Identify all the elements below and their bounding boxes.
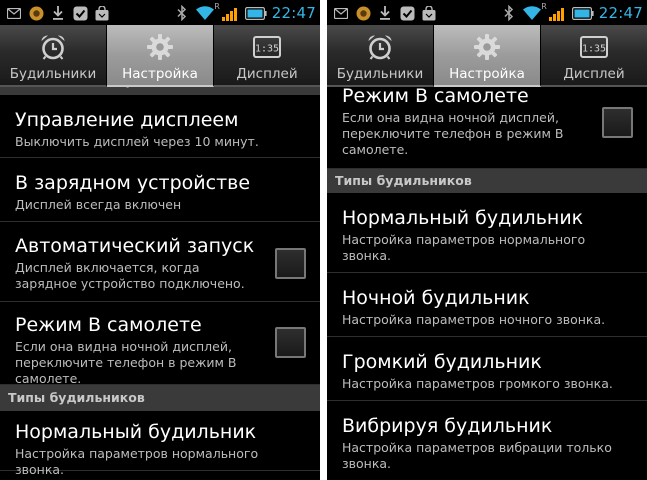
item-subtitle: Дисплей всегда включен xyxy=(15,197,182,212)
digital-clock-icon-text: 1:35 xyxy=(582,44,606,55)
battery-icon xyxy=(244,5,267,21)
tab-display[interactable]: 1:35 Дисплей xyxy=(214,25,320,87)
list-item[interactable]: Ночной будильник Настройка параметров но… xyxy=(327,273,647,337)
tab-label: Будильники xyxy=(9,66,97,82)
status-clock: 22:47 xyxy=(598,4,643,22)
item-subtitle: Если она видна ночной дисплей, переключи… xyxy=(342,110,564,157)
item-subtitle: Если она видна ночной дисплей, переключи… xyxy=(15,339,237,386)
download-icon xyxy=(377,5,393,21)
tab-label: Дисплей xyxy=(236,66,298,82)
airplane-mode-checkbox[interactable] xyxy=(602,107,633,138)
digital-clock-icon: 1:35 xyxy=(579,32,609,62)
alarm-clock-icon xyxy=(365,32,395,62)
auto-start-checkbox[interactable] xyxy=(275,248,306,279)
alarm-clock-icon xyxy=(38,32,68,62)
item-title: Режим В самолете xyxy=(15,314,202,336)
roaming-indicator: R xyxy=(541,2,547,11)
bluetooth-icon xyxy=(501,5,517,21)
tab-alarms[interactable]: Будильники xyxy=(0,25,107,87)
item-title: Режим В самолете xyxy=(342,87,529,107)
item-title: Автоматический запуск xyxy=(15,235,255,257)
tab-bar: Будильники Настройка 1:35 Дисплей xyxy=(0,25,320,87)
list-item[interactable]: Громкий будильник Настройка параметров г… xyxy=(327,337,647,401)
check-icon xyxy=(399,5,415,21)
tab-label: Будильники xyxy=(336,66,424,82)
list-item[interactable]: Режим В самолете Если она видна ночной д… xyxy=(0,302,320,386)
category-header: Типы будильников xyxy=(0,385,320,411)
tab-label: Дисплей xyxy=(563,66,625,82)
tab-display[interactable]: 1:35 Дисплей xyxy=(541,25,647,87)
item-subtitle: Выключить дисплей через 10 минут. xyxy=(15,134,259,149)
sms-icon xyxy=(333,5,349,21)
wifi-icon xyxy=(195,5,215,21)
tab-alarms[interactable]: Будильники xyxy=(327,25,434,87)
bluetooth-icon xyxy=(174,5,190,21)
list-item[interactable]: В зарядном устройстве Дисплей всегда вкл… xyxy=(0,158,320,222)
status-bar: R 22:47 xyxy=(0,0,320,25)
list-item[interactable]: Нормальный будильник Настройка параметро… xyxy=(0,411,320,477)
gear-icon xyxy=(472,32,502,62)
category-header: Поведение отображения. xyxy=(0,87,320,95)
item-subtitle: Настройка параметров нормального звонка. xyxy=(15,446,259,477)
item-title: Громкий будильник xyxy=(342,351,542,373)
item-subtitle: Настройка параметров нормального звонка. xyxy=(342,232,586,263)
list-item[interactable]: Вибрируя будильник Настройка параметров … xyxy=(327,401,647,480)
app-notification-icon xyxy=(355,5,371,21)
airplane-mode-checkbox[interactable] xyxy=(275,327,306,358)
tab-settings[interactable]: Настройка xyxy=(107,25,214,87)
item-title: Вибрируя будильник xyxy=(342,415,553,437)
battery-icon xyxy=(571,5,594,21)
roaming-indicator: R xyxy=(214,2,220,11)
wifi-icon xyxy=(522,5,542,21)
status-clock: 22:47 xyxy=(271,4,316,22)
item-title: Нормальный будильник xyxy=(15,421,257,443)
signal-icon xyxy=(221,5,240,21)
shopping-bag-icon xyxy=(94,5,110,21)
gear-icon xyxy=(145,32,175,62)
tab-settings[interactable]: Настройка xyxy=(434,25,541,87)
download-icon xyxy=(50,5,66,21)
item-subtitle: Настройка параметров ночного звонка. xyxy=(342,312,606,327)
tab-bar: Будильники Настройка 1:35 Дисплей xyxy=(327,25,647,87)
item-title: Нормальный будильник xyxy=(342,207,584,229)
phone-screen-left: R 22:47 Будильники Настройка 1:35 Диспле… xyxy=(0,0,320,480)
tab-label: Настройка xyxy=(449,66,525,82)
item-subtitle: Настройка параметров громкого звонка. xyxy=(342,376,613,391)
item-title: Ночной будильник xyxy=(342,287,530,309)
status-bar: R 22:47 xyxy=(327,0,647,25)
tab-label: Настройка xyxy=(122,66,198,82)
item-subtitle: Дисплей включается, когда зарядное устро… xyxy=(15,260,245,291)
digital-clock-icon: 1:35 xyxy=(252,32,282,62)
digital-clock-icon-text: 1:35 xyxy=(255,44,279,55)
item-subtitle: Настройка параметров вибрации только зво… xyxy=(342,440,612,471)
check-icon xyxy=(72,5,88,21)
category-header: Типы будильников xyxy=(327,169,647,193)
phone-screen-right: R 22:47 Будильники Настройка 1:35 Диспле… xyxy=(327,0,647,480)
signal-icon xyxy=(548,5,567,21)
item-title: В зарядном устройстве xyxy=(15,172,251,194)
settings-list[interactable]: Режим В самолете Если она видна ночной д… xyxy=(327,87,647,480)
list-item[interactable]: Автоматический запуск Дисплей включается… xyxy=(0,222,320,302)
list-item[interactable]: Управление дисплеем Выключить дисплей че… xyxy=(0,95,320,158)
list-item[interactable]: Нормальный будильник Настройка параметро… xyxy=(327,193,647,273)
shopping-bag-icon xyxy=(421,5,437,21)
item-title: Управление дисплеем xyxy=(15,109,239,131)
app-notification-icon xyxy=(28,5,44,21)
list-item[interactable]: Режим В самолете Если она видна ночной д… xyxy=(327,87,647,169)
sms-icon xyxy=(6,5,22,21)
settings-list[interactable]: Поведение отображения. Управление диспле… xyxy=(0,87,320,480)
